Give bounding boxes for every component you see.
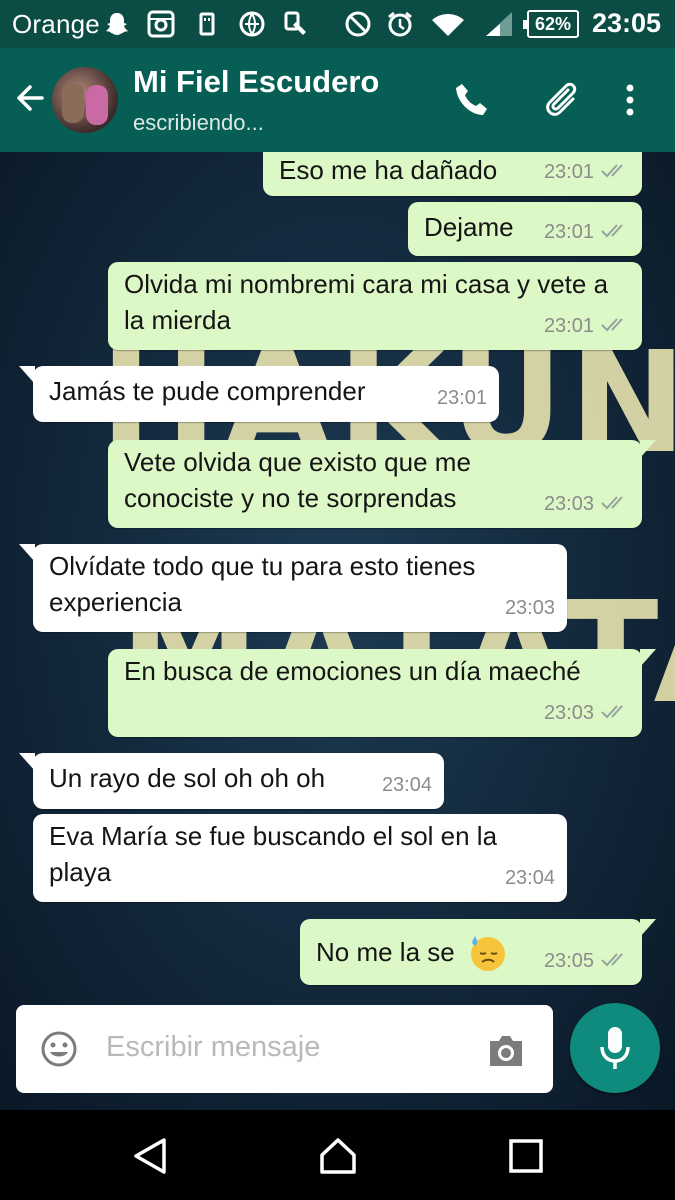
message-bubble[interactable]: Dejame 23:01: [408, 202, 642, 256]
message-bubble[interactable]: Vete olvida que existo que me conociste …: [108, 440, 656, 528]
message-meta: 23:01: [544, 214, 630, 250]
read-ticks-icon: [601, 705, 623, 719]
status-bar: Orange 62% 23:05: [0, 0, 675, 48]
mic-button[interactable]: [570, 1003, 660, 1093]
message-time: 23:01: [436, 387, 487, 409]
read-ticks-icon: [601, 953, 623, 967]
snapchat-icon: [106, 13, 128, 35]
mic-icon: [600, 1027, 630, 1069]
instagram-icon: [147, 10, 175, 38]
attach-icon[interactable]: [542, 80, 582, 120]
usb-icon: [199, 12, 215, 36]
message-bubble[interactable]: En busca de emociones un día maeché 23:0…: [108, 649, 656, 737]
message-meta: 23:03: [505, 590, 555, 626]
alarm-icon: [388, 11, 412, 37]
carrier-label: Orange: [12, 9, 100, 39]
message-text: Jamás te pude comprender: [49, 376, 366, 406]
message-text: Un rayo de sol oh oh oh: [49, 763, 326, 793]
chat-area[interactable]: HAKUNA MATATA Eso me ha dañado 23:01 Dej…: [0, 152, 675, 1110]
status-time: 23:05: [592, 8, 662, 38]
message-time: 23:04: [381, 774, 432, 796]
message-bubble[interactable]: Un rayo de sol oh oh oh 23:04: [19, 753, 444, 809]
message-text: Olvídate todo que tu para esto tienes ex…: [49, 551, 476, 617]
typing-status: escribiendo...: [133, 110, 264, 135]
battery-indicator: 62%: [523, 10, 579, 38]
message-input[interactable]: Escribir mensaje: [106, 1031, 320, 1064]
avatar[interactable]: [52, 67, 118, 133]
message-meta: 23:04: [382, 767, 432, 803]
nfc-icon: [239, 11, 265, 37]
message-composer[interactable]: Escribir mensaje: [16, 1005, 553, 1093]
message-bubble[interactable]: No me la se 23:05: [300, 919, 656, 985]
message-text: En busca de emociones un día maeché: [124, 656, 581, 686]
message-meta: 23:04: [505, 860, 555, 896]
message-time: 23:05: [543, 950, 594, 972]
message-bubble[interactable]: Olvídate todo que tu para esto tienes ex…: [19, 544, 567, 632]
hand-pointer-icon: [284, 11, 306, 35]
message-meta: 23:01: [437, 380, 487, 416]
camera-icon[interactable]: [486, 1032, 526, 1068]
message-meta: 23:03: [544, 695, 630, 731]
read-ticks-icon: [601, 224, 623, 238]
nav-home-icon[interactable]: [318, 1136, 358, 1176]
message-time: 23:01: [543, 161, 594, 183]
message-text: Eso me ha dañado: [279, 155, 498, 185]
message-meta: 23:01: [544, 154, 630, 190]
wifi-icon: [432, 14, 464, 36]
message-content: No me la se: [316, 933, 508, 973]
downcast-sweat-face-emoji: [470, 936, 505, 971]
read-ticks-icon: [601, 164, 623, 178]
system-nav-bar: [0, 1110, 675, 1200]
message-meta: 23:03: [544, 486, 630, 522]
nav-recents-icon[interactable]: [506, 1136, 546, 1176]
signal-icon: [486, 12, 512, 36]
message-bubble[interactable]: Jamás te pude comprender 23:01: [19, 366, 499, 422]
message-time: 23:03: [543, 702, 594, 724]
more-icon[interactable]: [610, 80, 650, 120]
nav-back-icon[interactable]: [130, 1136, 170, 1176]
message-text: Olvida mi nombremi cara mi casa y vete a…: [124, 269, 609, 335]
message-bubble[interactable]: Eso me ha dañado 23:01: [263, 152, 642, 196]
contact-name[interactable]: Mi Fiel Escudero: [133, 64, 379, 100]
message-text: Eva María se fue buscando el sol en la p…: [49, 821, 498, 887]
message-time: 23:03: [543, 493, 594, 515]
message-meta: 23:05: [544, 943, 630, 979]
message-time: 23:01: [543, 221, 594, 243]
do-not-disturb-icon: [345, 11, 371, 37]
emoji-icon[interactable]: [40, 1030, 78, 1068]
chat-header: Mi Fiel Escudero escribiendo...: [0, 48, 675, 152]
message-text: Vete olvida que existo que me conociste …: [124, 447, 471, 513]
message-meta: 23:01: [544, 308, 630, 344]
message-time: 23:01: [543, 315, 594, 337]
message-bubble[interactable]: Eva María se fue buscando el sol en la p…: [33, 814, 567, 902]
phone-icon[interactable]: [452, 80, 492, 120]
message-text: Dejame: [424, 212, 514, 242]
message-text: No me la se: [316, 937, 455, 967]
message-time: 23:03: [504, 597, 555, 619]
back-arrow-icon[interactable]: [12, 80, 48, 116]
message-bubble[interactable]: Olvida mi nombremi cara mi casa y vete a…: [108, 262, 642, 350]
read-ticks-icon: [601, 318, 623, 332]
read-ticks-icon: [601, 496, 623, 510]
message-time: 23:04: [504, 867, 555, 889]
